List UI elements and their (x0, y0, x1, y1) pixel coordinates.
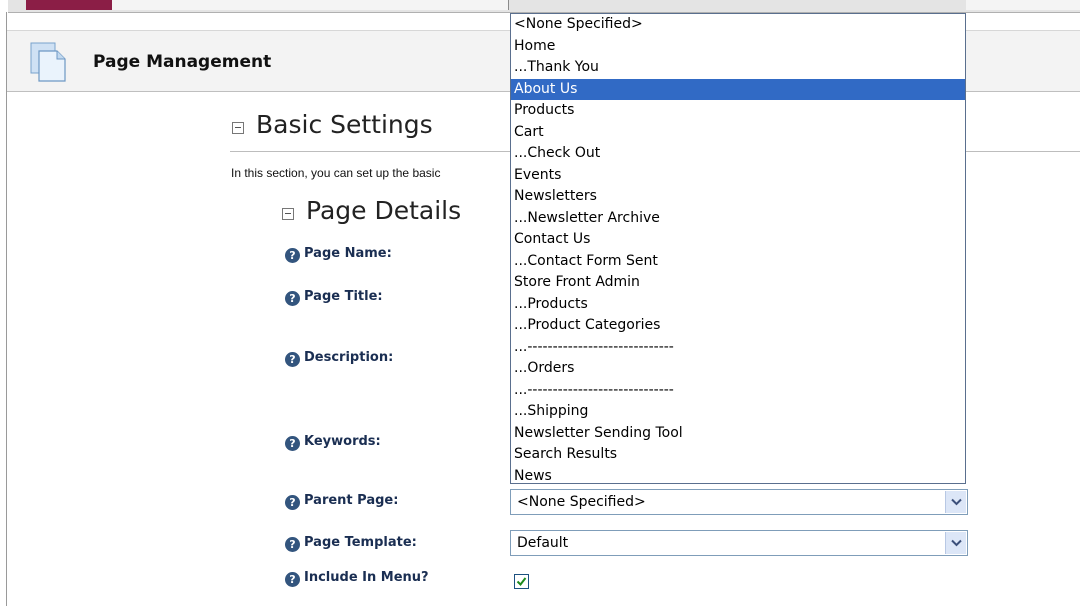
parent-page-value: <None Specified> (517, 494, 646, 510)
page-details-collapse-icon[interactable] (282, 208, 294, 220)
description-label: ? Description: (285, 350, 393, 367)
checkmark-icon (516, 577, 527, 587)
dropdown-option[interactable]: ...Contact Form Sent (511, 251, 965, 273)
dropdown-option[interactable]: Events (511, 165, 965, 187)
dropdown-option[interactable]: News (511, 466, 965, 484)
help-icon[interactable]: ? (285, 248, 300, 263)
help-icon[interactable]: ? (285, 495, 300, 510)
include-in-menu-label: ? Include In Menu? (285, 570, 429, 587)
top-tab-strip (8, 0, 1080, 13)
tab-6[interactable] (312, 0, 417, 10)
help-icon[interactable]: ? (285, 291, 300, 306)
include-in-menu-checkbox[interactable] (514, 574, 529, 589)
basic-settings-heading: Basic Settings (256, 110, 433, 139)
page-name-label: ? Page Name: (285, 246, 392, 263)
page-template-label: ? Page Template: (285, 535, 417, 552)
dropdown-option[interactable]: ...Newsletter Archive (511, 208, 965, 230)
parent-page-select[interactable]: <None Specified> (510, 489, 968, 515)
dropdown-option[interactable]: ...Thank You (511, 57, 965, 79)
parent-page-label: ? Parent Page: (285, 493, 398, 510)
help-icon[interactable]: ? (285, 436, 300, 451)
dropdown-option[interactable]: Newsletters (511, 186, 965, 208)
tab-3[interactable] (194, 0, 235, 10)
tab-1[interactable] (26, 0, 113, 10)
page-title: Page Management (93, 52, 272, 72)
dropdown-option[interactable]: Cart (511, 122, 965, 144)
tab-4[interactable] (234, 0, 291, 10)
page-template-value: Default (517, 535, 569, 551)
dropdown-option[interactable]: Store Front Admin (511, 272, 965, 294)
page-template-select[interactable]: Default (510, 530, 968, 556)
dropdown-option[interactable]: Search Results (511, 444, 965, 466)
chevron-down-icon[interactable] (945, 491, 966, 513)
dropdown-option[interactable]: Products (511, 100, 965, 122)
help-icon[interactable]: ? (285, 352, 300, 367)
parent-page-dropdown-list[interactable]: <None Specified> Home ...Thank You About… (510, 13, 966, 484)
pages-icon (29, 41, 69, 83)
page-title-label: ? Page Title: (285, 289, 383, 306)
help-icon[interactable]: ? (285, 537, 300, 552)
dropdown-option-highlighted[interactable]: About Us (511, 78, 965, 100)
tab-5[interactable] (290, 0, 313, 10)
left-border (6, 12, 7, 606)
help-icon[interactable]: ? (285, 572, 300, 587)
dropdown-option[interactable]: Newsletter Sending Tool (511, 423, 965, 445)
dropdown-option[interactable]: ...----------------------------- (511, 337, 965, 359)
dropdown-option[interactable]: ...Shipping (511, 401, 965, 423)
basic-settings-description: In this section, you can set up the basi… (231, 166, 441, 180)
dropdown-option[interactable]: ...Check Out (511, 143, 965, 165)
dropdown-option[interactable]: Contact Us (511, 229, 965, 251)
dropdown-option[interactable]: <None Specified> (511, 14, 965, 36)
dropdown-option[interactable]: ...Product Categories (511, 315, 965, 337)
page-details-heading: Page Details (306, 196, 462, 225)
tab-9[interactable] (978, 0, 1080, 10)
dropdown-option[interactable]: Home (511, 36, 965, 58)
tab-2[interactable] (112, 0, 195, 10)
dropdown-option[interactable]: ...Products (511, 294, 965, 316)
dropdown-option[interactable]: ...Orders (511, 358, 965, 380)
keywords-label: ? Keywords: (285, 434, 381, 451)
chevron-down-icon[interactable] (945, 532, 966, 554)
dropdown-option[interactable]: ...----------------------------- (511, 380, 965, 402)
basic-settings-collapse-icon[interactable] (232, 122, 244, 134)
tab-7[interactable] (416, 0, 509, 10)
